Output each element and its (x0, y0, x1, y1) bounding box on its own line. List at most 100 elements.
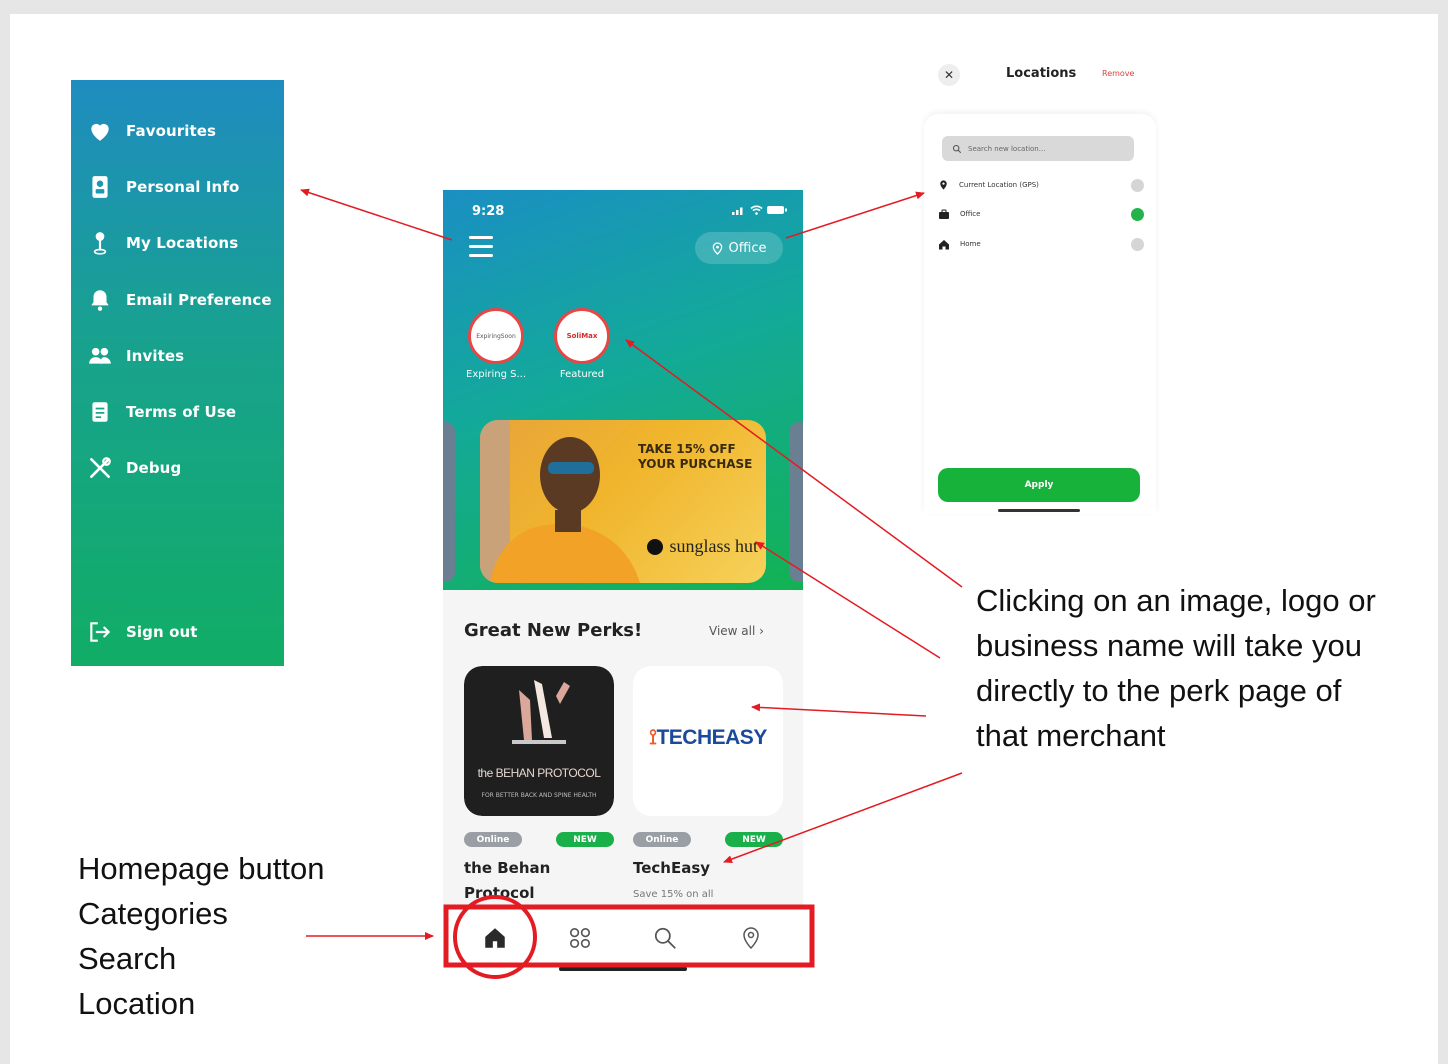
signal-icon (732, 207, 743, 215)
bottom-tab-bar (443, 905, 803, 975)
search-icon (654, 927, 676, 949)
location-pill-label: Office (728, 240, 767, 256)
new-badge: NEW (725, 832, 783, 847)
menu-item-personal-info[interactable]: Personal Info (87, 174, 239, 200)
heart-icon (91, 123, 109, 141)
location-radio[interactable] (1131, 237, 1144, 251)
perk-subtitle: Save 15% on all (633, 889, 714, 900)
location-pill-button[interactable]: Office (695, 232, 783, 264)
brand-dot-icon (647, 538, 664, 555)
menu-item-label: Debug (126, 459, 182, 477)
remove-button[interactable]: Remove (1102, 69, 1134, 78)
bell-icon (91, 290, 109, 311)
menu-item-label: Sign out (126, 623, 198, 641)
story-featured[interactable]: SoliMax Featured (552, 308, 612, 380)
story-logo[interactable]: SoliMax (554, 308, 610, 364)
annotation-line: Search (78, 941, 177, 976)
menu-item-favourites[interactable]: Favourites (87, 118, 216, 144)
location-icon (712, 241, 722, 255)
menu-item-label: Terms of Use (126, 403, 237, 421)
promo-banner[interactable]: TAKE 15% OFF YOUR PURCHASE sunglass hut (480, 420, 766, 583)
perk-name-techeasy[interactable]: TechEasy (633, 856, 710, 881)
search-placeholder: Search new location... (968, 144, 1046, 153)
banner-brand-label: sunglass hut (669, 536, 758, 556)
annotation-line: Location (78, 986, 196, 1021)
menu-item-email-preference[interactable]: Email Preference (87, 287, 272, 313)
location-search-input[interactable]: Search new location... (942, 136, 1134, 161)
menu-item-invites[interactable]: Invites (87, 343, 184, 369)
header-gradient: 9:28 Office ExpiringSoon Expiring S... S… (443, 190, 803, 590)
section-title: Great New Perks! (464, 620, 643, 641)
online-badge: Online (464, 832, 522, 847)
menu-item-terms-of-use[interactable]: Terms of Use (87, 399, 236, 425)
home-indicator (559, 967, 687, 971)
apply-button[interactable]: Apply (938, 468, 1140, 502)
briefcase-icon (939, 209, 949, 219)
home-icon (939, 239, 949, 249)
behan-logo-subtext: FOR BETTER BACK AND SPINE HEALTH (481, 792, 597, 799)
tab-categories[interactable] (563, 921, 597, 955)
menu-item-label: My Locations (126, 234, 239, 252)
annotation-line: Clicking on an image, logo or (976, 583, 1376, 618)
location-row-home[interactable]: Home (938, 236, 1144, 252)
tab-location[interactable] (734, 921, 768, 955)
menu-item-label: Invites (126, 347, 185, 365)
location-row-label: Office (960, 210, 981, 218)
menu-item-debug[interactable]: Debug (87, 455, 181, 481)
id-card-icon (92, 176, 108, 198)
battery-icon (767, 206, 787, 214)
users-icon (89, 347, 111, 364)
annotation-line: Homepage button (78, 851, 325, 886)
grid-icon (569, 927, 591, 949)
home-icon (485, 928, 505, 948)
locations-sheet (924, 114, 1156, 514)
story-logo-text: SoliMax (566, 332, 598, 340)
view-all-link[interactable]: View all › (709, 624, 764, 638)
close-button[interactable]: ✕ (938, 64, 960, 86)
location-row-office[interactable]: Office (938, 206, 1144, 222)
menu-item-label: Favourites (126, 122, 217, 140)
story-expiring-soon[interactable]: ExpiringSoon Expiring S... (466, 308, 526, 380)
menu-hamburger-button[interactable] (469, 236, 493, 258)
new-badge: NEW (556, 832, 614, 847)
banner-brand[interactable]: sunglass hut (647, 536, 758, 557)
banner-prev-peek[interactable] (443, 422, 455, 582)
location-row-label: Current Location (GPS) (959, 181, 1039, 189)
techeasy-logo: ⟟TECHEASY (633, 726, 783, 750)
phone-home-screen: 9:28 Office ExpiringSoon Expiring S... S… (443, 190, 803, 975)
annotation-line: directly to the perk page of (976, 673, 1342, 708)
location-row-gps[interactable]: Current Location (GPS) (938, 177, 1144, 193)
banner-next-peek[interactable] (789, 422, 803, 582)
behan-figure-icon (512, 680, 570, 744)
banner-offer-text: TAKE 15% OFF YOUR PURCHASE (638, 442, 753, 471)
location-radio[interactable] (1131, 178, 1144, 192)
online-badge: Online (633, 832, 691, 847)
menu-item-my-locations[interactable]: My Locations (87, 230, 238, 256)
annotation-line: business name will take you (976, 628, 1362, 663)
story-logo-text: ExpiringSoon (476, 332, 516, 340)
chevron-right-icon: › (759, 624, 764, 638)
perk-card-techeasy[interactable]: ⟟TECHEASY (633, 666, 783, 816)
menu-item-label: Personal Info (126, 178, 240, 196)
story-caption: Featured (559, 369, 605, 380)
location-icon (743, 927, 759, 950)
status-icons (732, 205, 787, 215)
behan-logo: the BEHAN PROTOCOL FOR BETTER BACK AND S… (464, 666, 614, 816)
location-row-label: Home (960, 240, 981, 248)
menu-item-sign-out[interactable]: Sign out (87, 619, 198, 645)
pin-icon (940, 180, 947, 190)
tab-search[interactable] (648, 921, 682, 955)
story-logo[interactable]: ExpiringSoon (468, 308, 524, 364)
home-indicator (998, 509, 1080, 512)
annotation-line: Categories (78, 896, 228, 931)
behan-logo-text: the BEHAN PROTOCOL (477, 766, 601, 780)
annotation-tabbar-legend: Homepage button Categories Search Locati… (78, 846, 324, 1026)
perk-card-behan[interactable]: the BEHAN PROTOCOL FOR BETTER BACK AND S… (464, 666, 614, 816)
annotation-line: that merchant (976, 718, 1166, 753)
wifi-icon (750, 205, 763, 215)
menu-item-label: Email Preference (126, 291, 272, 309)
location-radio-selected[interactable] (1131, 207, 1144, 221)
perk-name-behan[interactable]: the Behan Protocol (464, 856, 574, 906)
side-menu: Favourites Personal Info My Locations Em… (71, 80, 284, 666)
tab-home[interactable] (478, 921, 512, 955)
